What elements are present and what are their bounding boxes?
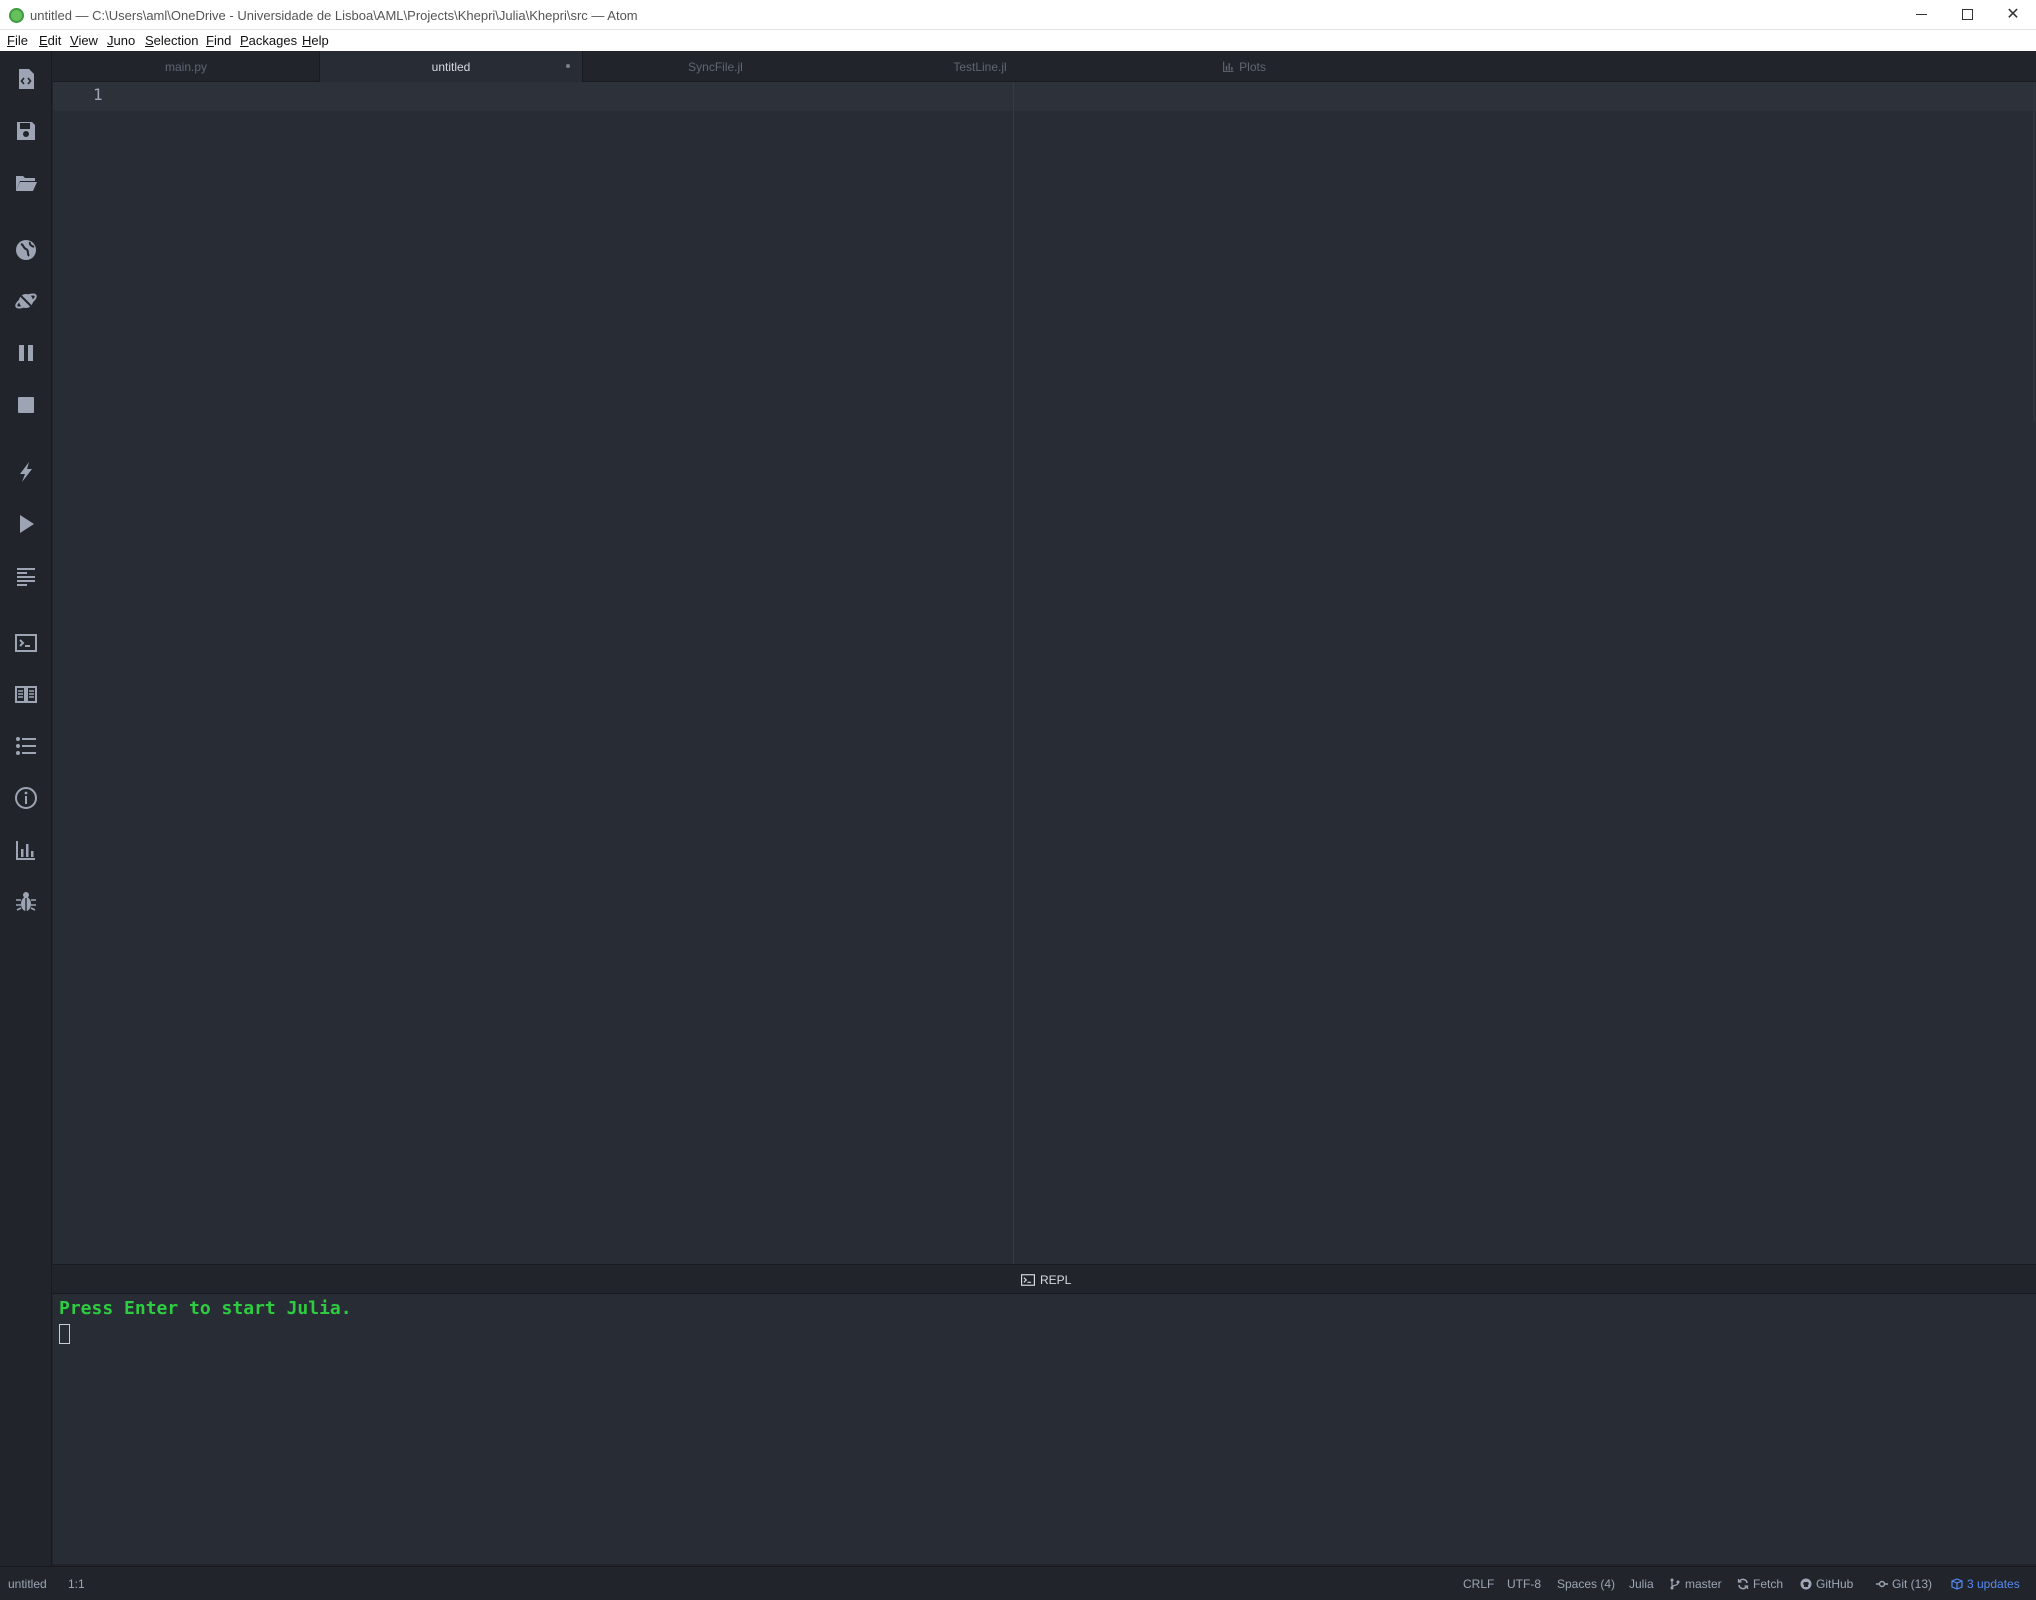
minimize-button[interactable] bbox=[1898, 0, 1944, 30]
tab-testline-jl[interactable]: TestLine.jl bbox=[848, 51, 1112, 82]
bug-icon[interactable] bbox=[12, 888, 40, 916]
format-icon[interactable] bbox=[12, 562, 40, 590]
window-title-bar: untitled — C:\Users\aml\OneDrive - Unive… bbox=[0, 0, 2036, 30]
repl-message: Press Enter to start Julia. bbox=[59, 1298, 352, 1319]
open-folder-icon[interactable] bbox=[12, 169, 40, 197]
tab-main-py[interactable]: main.py bbox=[53, 51, 319, 82]
menu-help[interactable]: Help bbox=[302, 33, 329, 48]
menu-find[interactable]: Find bbox=[206, 33, 231, 48]
close-button[interactable]: ✕ bbox=[1990, 0, 2036, 30]
lightning-icon[interactable] bbox=[12, 458, 40, 486]
tab-untitled[interactable]: untitled bbox=[319, 51, 583, 83]
maximize-icon bbox=[1961, 9, 1973, 21]
disconnect-icon[interactable] bbox=[12, 287, 40, 315]
menu-packages[interactable]: Packages bbox=[240, 33, 297, 48]
git-commit-icon bbox=[1876, 1580, 1888, 1588]
juno-toolbar bbox=[0, 51, 52, 1566]
terminal-icon[interactable] bbox=[12, 629, 40, 657]
github-icon bbox=[1800, 1578, 1812, 1590]
run-icon[interactable] bbox=[12, 510, 40, 538]
repl-console[interactable]: Press Enter to start Julia. bbox=[53, 1294, 2036, 1564]
git-branch-icon bbox=[1670, 1578, 1680, 1590]
package-icon bbox=[1951, 1578, 1963, 1590]
menu-file[interactable]: File bbox=[7, 33, 28, 48]
status-branch[interactable]: master bbox=[1669, 1577, 1722, 1591]
status-line-ending[interactable]: CRLF bbox=[1463, 1577, 1494, 1591]
status-updates[interactable]: 3 updates bbox=[1951, 1577, 2020, 1591]
tab-syncfile-jl[interactable]: SyncFile.jl bbox=[583, 51, 848, 82]
sync-icon bbox=[1737, 1578, 1749, 1590]
status-cursor-position[interactable]: 1:1 bbox=[68, 1577, 85, 1591]
wrap-guide bbox=[1013, 82, 1014, 1264]
atom-app-icon bbox=[9, 8, 24, 23]
status-indentation[interactable]: Spaces (4) bbox=[1557, 1577, 1615, 1591]
status-git[interactable]: Git (13) bbox=[1876, 1577, 1932, 1591]
status-file-name[interactable]: untitled bbox=[8, 1577, 47, 1591]
tab-plots[interactable]: Plots bbox=[1112, 51, 1376, 82]
pause-icon[interactable] bbox=[12, 339, 40, 367]
globe-icon[interactable] bbox=[12, 236, 40, 264]
cursor-line-highlight bbox=[53, 82, 2036, 111]
editor-scrollbar[interactable] bbox=[2033, 82, 2035, 422]
modified-indicator-icon bbox=[566, 64, 570, 68]
status-grammar[interactable]: Julia bbox=[1629, 1577, 1654, 1591]
status-fetch[interactable]: Fetch bbox=[1737, 1577, 1783, 1591]
stop-icon[interactable] bbox=[12, 391, 40, 419]
status-encoding[interactable]: UTF-8 bbox=[1507, 1577, 1541, 1591]
menu-juno[interactable]: Juno bbox=[107, 33, 135, 48]
line-number: 1 bbox=[93, 85, 103, 104]
menu-edit[interactable]: Edit bbox=[39, 33, 61, 48]
save-icon[interactable] bbox=[12, 117, 40, 145]
window-title: untitled — C:\Users\aml\OneDrive - Unive… bbox=[30, 8, 638, 23]
menu-bar: File Edit View Juno Selection Find Packa… bbox=[0, 30, 2036, 51]
info-icon[interactable] bbox=[12, 784, 40, 812]
maximize-button[interactable] bbox=[1944, 0, 1990, 30]
bar-chart-icon[interactable] bbox=[12, 836, 40, 864]
repl-cursor bbox=[59, 1324, 70, 1344]
bar-chart-icon bbox=[1223, 61, 1234, 72]
new-file-icon[interactable] bbox=[12, 65, 40, 93]
book-icon[interactable] bbox=[12, 680, 40, 708]
status-github[interactable]: GitHub bbox=[1800, 1577, 1853, 1591]
tab-repl[interactable]: REPL bbox=[1021, 1273, 1071, 1287]
minimize-icon bbox=[1915, 14, 1927, 16]
tab-bar: main.py untitled SyncFile.jl TestLine.jl… bbox=[53, 51, 2036, 83]
terminal-icon bbox=[1021, 1274, 1035, 1286]
menu-selection[interactable]: Selection bbox=[145, 33, 198, 48]
menu-view[interactable]: View bbox=[70, 33, 98, 48]
list-icon[interactable] bbox=[12, 732, 40, 760]
close-icon: ✕ bbox=[2006, 6, 2020, 23]
text-editor[interactable]: 1 bbox=[53, 82, 2036, 1264]
repl-tab-bar: REPL bbox=[53, 1264, 2036, 1294]
status-bar: untitled 1:1 CRLF UTF-8 Spaces (4) Julia… bbox=[0, 1566, 2036, 1600]
